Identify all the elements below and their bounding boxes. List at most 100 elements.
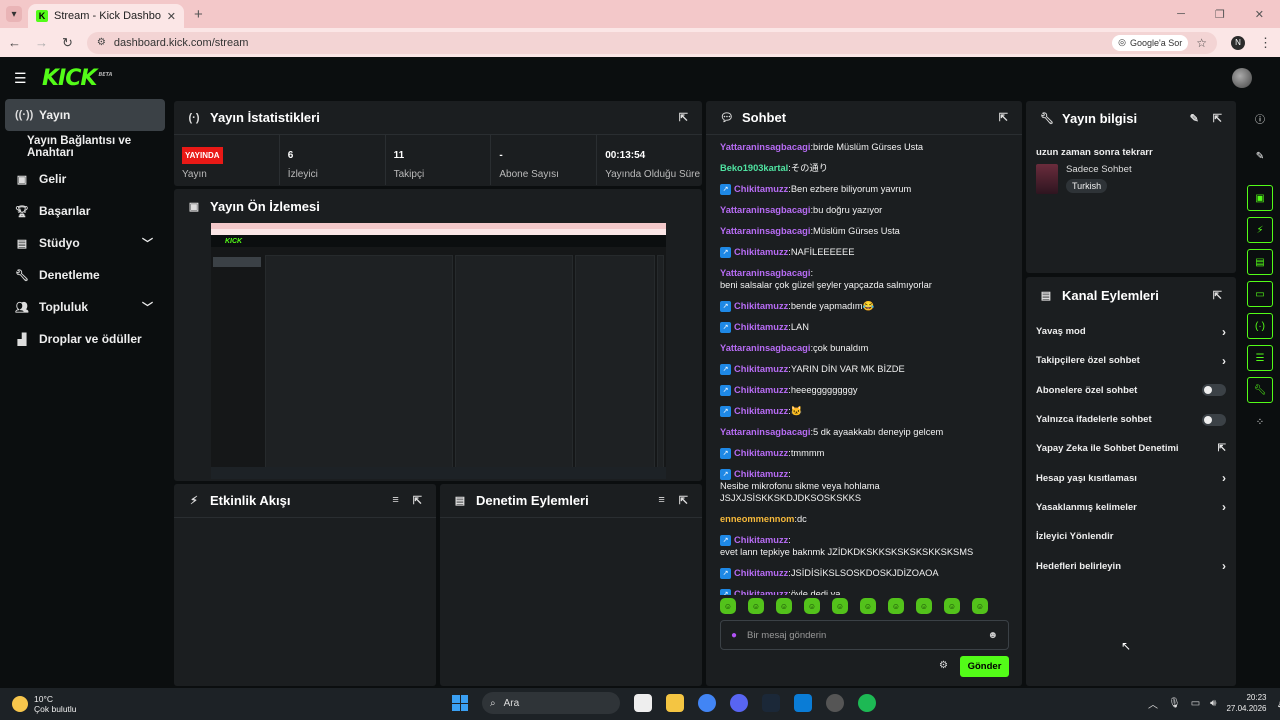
stream-info-widget-icon[interactable]: 🔧︎ bbox=[1247, 377, 1273, 403]
chat-message-input[interactable] bbox=[747, 629, 978, 641]
moderation-widget-icon[interactable]: ▤ bbox=[1247, 249, 1273, 275]
sidebar-item-stream-key[interactable]: Yayın Bağlantısı ve Anahtarı bbox=[5, 131, 165, 163]
browser-profile-avatar[interactable]: N bbox=[1231, 35, 1245, 50]
chat-username[interactable]: enneommennom bbox=[720, 513, 794, 525]
browser-tab-active[interactable]: K Stream - Kick Dashboard ✕ bbox=[28, 4, 184, 28]
discord-icon[interactable] bbox=[730, 694, 748, 712]
weather-widget[interactable]: 10°C Çok bulutlu bbox=[12, 694, 77, 714]
display-icon[interactable]: ▭ bbox=[1191, 698, 1200, 709]
popout-icon[interactable]: ⇱ bbox=[413, 494, 422, 507]
bookmark-star-icon[interactable]: ☆ bbox=[1196, 36, 1207, 50]
activity-widget-icon[interactable]: ⚡︎ bbox=[1247, 217, 1273, 243]
emote-icon[interactable]: ☺ bbox=[832, 598, 848, 614]
toggle-switch[interactable] bbox=[1202, 413, 1226, 426]
popout-icon[interactable]: ⇱ bbox=[999, 111, 1008, 124]
send-button[interactable]: Gönder bbox=[960, 656, 1009, 677]
emote-icon[interactable]: ☺ bbox=[916, 598, 932, 614]
chat-username[interactable]: Yattaraninsagbacagi bbox=[720, 267, 810, 279]
store-icon[interactable] bbox=[794, 694, 812, 712]
windows-start-icon[interactable] bbox=[452, 695, 468, 711]
emote-icon[interactable]: ☺ bbox=[860, 598, 876, 614]
chat-username[interactable]: Yattaraninsagbacagi bbox=[720, 204, 810, 216]
channel-action-item[interactable]: Yavaş mod › bbox=[1026, 317, 1236, 346]
new-tab-icon[interactable]: + bbox=[194, 6, 203, 23]
chrome-icon[interactable] bbox=[698, 694, 716, 712]
popout-icon[interactable]: ⇱ bbox=[679, 494, 688, 507]
kick-logo[interactable]: KICK BETA bbox=[42, 66, 113, 91]
chat-username[interactable]: Yattaraninsagbacagi bbox=[720, 342, 810, 354]
chat-username[interactable]: Chikitamuzz bbox=[734, 447, 788, 459]
popout-icon[interactable]: ⇱ bbox=[1213, 289, 1222, 302]
window-close-icon[interactable]: ✕ bbox=[1255, 8, 1264, 21]
chat-username[interactable]: Chikitamuzz bbox=[734, 468, 788, 480]
toggle-switch[interactable] bbox=[1202, 384, 1226, 397]
filter-icon[interactable]: ≡ bbox=[392, 494, 398, 507]
spotify-icon[interactable] bbox=[858, 694, 876, 712]
reload-icon[interactable]: ↻ bbox=[62, 35, 73, 51]
chevron-up-icon[interactable]: ︿ bbox=[1148, 696, 1158, 711]
chat-username[interactable]: Beko1903kartal bbox=[720, 162, 788, 174]
chat-username[interactable]: Chikitamuzz bbox=[734, 363, 788, 375]
chat-username[interactable]: Chikitamuzz bbox=[734, 300, 788, 312]
chat-widget-icon[interactable]: ▭ bbox=[1247, 281, 1273, 307]
microphone-icon[interactable]: ● bbox=[731, 630, 737, 641]
edit-pencil-icon[interactable]: ✎ bbox=[1247, 143, 1273, 169]
obs-icon[interactable] bbox=[826, 694, 844, 712]
popout-icon[interactable]: ⇱ bbox=[679, 111, 688, 124]
emote-icon[interactable]: ☺ bbox=[776, 598, 792, 614]
chat-username[interactable]: Yattaraninsagbacagi bbox=[720, 141, 810, 153]
emote-icon[interactable]: ☺ bbox=[972, 598, 988, 614]
emote-icon[interactable]: ☺ bbox=[748, 598, 764, 614]
chat-username[interactable]: Chikitamuzz bbox=[734, 246, 788, 258]
sidebar-item-studyo[interactable]: ▤ Stüdyo ﹀ bbox=[5, 227, 165, 259]
filter-icon[interactable]: ≡ bbox=[658, 494, 664, 507]
chat-username[interactable]: Chikitamuzz bbox=[734, 321, 788, 333]
hamburger-menu-icon[interactable]: ☰ bbox=[14, 70, 28, 87]
sidebar-item-topluluk[interactable]: 👥︎ Topluluk ﹀ bbox=[5, 291, 165, 323]
user-avatar[interactable] bbox=[1232, 68, 1252, 88]
task-view-icon[interactable] bbox=[634, 694, 652, 712]
emote-icon[interactable]: ☺ bbox=[888, 598, 904, 614]
chat-username[interactable]: Chikitamuzz bbox=[734, 534, 788, 546]
sidebar-item-denetleme[interactable]: 🔧︎ Denetleme bbox=[5, 259, 165, 291]
info-icon[interactable]: ⓘ bbox=[1247, 105, 1273, 131]
channel-action-item[interactable]: Takipçilere özel sohbet › bbox=[1026, 346, 1236, 375]
back-icon[interactable]: ← bbox=[8, 35, 21, 50]
edit-pencil-icon[interactable]: ✎ bbox=[1190, 112, 1199, 125]
tab-search-icon[interactable]: ▾ bbox=[6, 6, 22, 22]
emote-icon[interactable]: ☺ bbox=[804, 598, 820, 614]
chat-username[interactable]: Chikitamuzz bbox=[734, 384, 788, 396]
chat-username[interactable]: Chikitamuzz bbox=[734, 405, 788, 417]
emote-icon[interactable]: ☺ bbox=[720, 598, 736, 614]
steam-icon[interactable] bbox=[762, 694, 780, 712]
channel-action-item[interactable]: Hedefleri belirleyin › bbox=[1026, 551, 1236, 580]
maximize-icon[interactable]: ❐ bbox=[1215, 8, 1225, 21]
channel-action-item[interactable]: Hesap yaşı kısıtlaması › bbox=[1026, 463, 1236, 492]
video-preview[interactable]: KICK bbox=[211, 223, 666, 479]
browser-menu-icon[interactable]: ⋮ bbox=[1259, 35, 1272, 51]
sidebar-item-droplar[interactable]: ▟ Droplar ve ödüller bbox=[5, 323, 165, 355]
forward-icon[interactable]: → bbox=[35, 35, 48, 50]
taskbar-search[interactable]: ⌕ Ara bbox=[482, 692, 620, 714]
file-explorer-icon[interactable] bbox=[666, 694, 684, 712]
clock[interactable]: 20:23 27.04.2026 bbox=[1226, 692, 1266, 714]
sidebar-item-basarilar[interactable]: 🏆︎ Başarılar bbox=[5, 195, 165, 227]
sidebar-item-gelir[interactable]: ▣ Gelir bbox=[5, 163, 165, 195]
channel-action-item[interactable]: Yasaklanmış kelimeler › bbox=[1026, 493, 1236, 522]
emoji-picker-icon[interactable]: ☻ bbox=[987, 630, 998, 641]
channel-actions-widget-icon[interactable]: ☰ bbox=[1247, 345, 1273, 371]
google-ask-button[interactable]: ◎ Google'a Sor bbox=[1112, 34, 1189, 51]
channel-action-item[interactable]: Yalnızca ifadelerle sohbet bbox=[1026, 405, 1236, 434]
stats-widget-icon[interactable]: (·) bbox=[1247, 313, 1273, 339]
chat-username[interactable]: Chikitamuzz bbox=[734, 588, 788, 595]
volume-icon[interactable]: 🔊︎ bbox=[1210, 698, 1216, 709]
chat-username[interactable]: Yattaraninsagbacagi bbox=[720, 426, 810, 438]
tab-close-icon[interactable]: ✕ bbox=[167, 10, 176, 23]
chat-username[interactable]: Chikitamuzz bbox=[734, 183, 788, 195]
sidebar-item-yayin[interactable]: ((·)) Yayın bbox=[5, 99, 165, 131]
chat-settings-gear-icon[interactable]: ⚙ bbox=[939, 660, 948, 671]
site-info-icon[interactable]: ⚙ bbox=[97, 37, 106, 48]
popout-icon[interactable]: ⇱ bbox=[1213, 112, 1222, 125]
address-bar[interactable]: ⚙ dashboard.kick.com/stream ◎ Google'a So… bbox=[86, 31, 1217, 54]
more-widgets-icon[interactable]: ⁘ bbox=[1247, 409, 1273, 435]
